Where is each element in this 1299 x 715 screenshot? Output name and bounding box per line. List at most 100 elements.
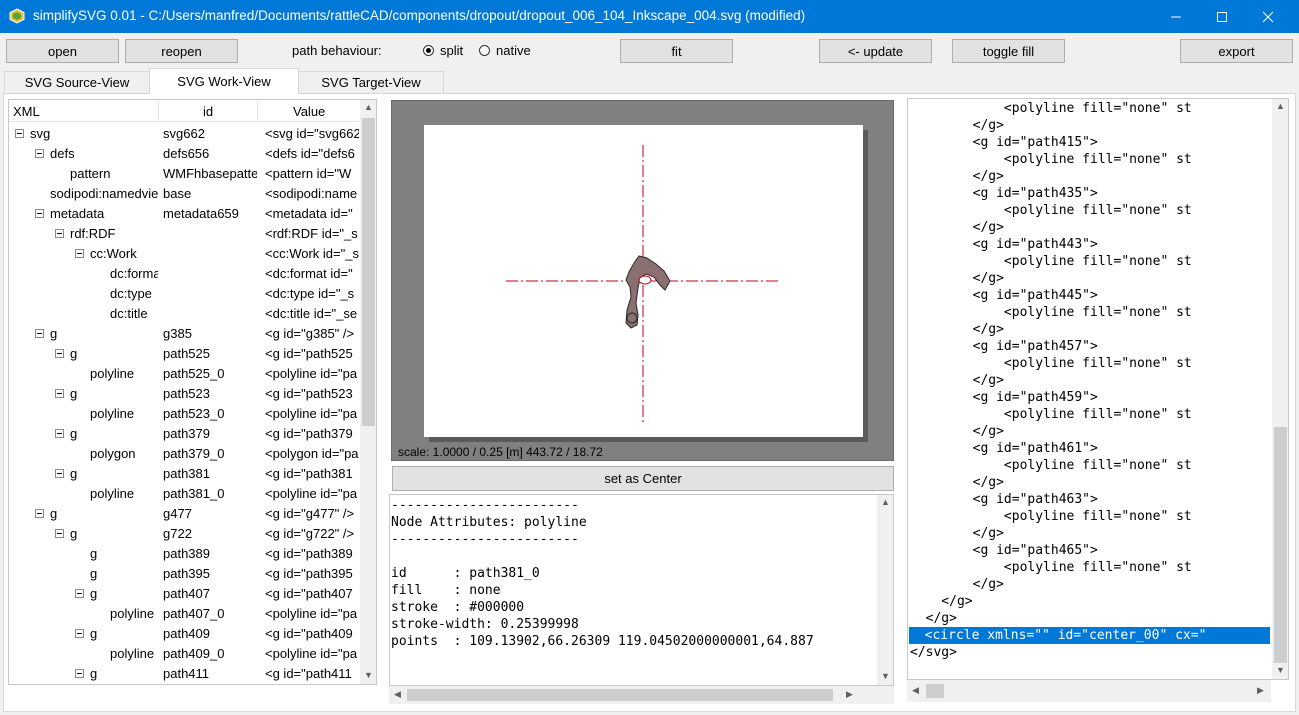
source-line[interactable]: <g id="path415"> (910, 134, 1098, 151)
tree-row[interactable]: g path525 <g id="path525 (9, 344, 359, 364)
tree-row[interactable]: polyline path381_0 <polyline id="pa (9, 484, 359, 504)
split-radio[interactable] (423, 45, 434, 56)
source-line[interactable]: <polyline fill="none" st (910, 355, 1192, 372)
scroll-right-arrow-icon[interactable]: ▶ (841, 689, 858, 700)
collapse-toggle-icon[interactable] (55, 469, 64, 478)
source-vertical-scrollbar[interactable]: ▲ ▼ (1272, 99, 1288, 679)
tree-row[interactable]: dc:title <dc:title id="_se (9, 304, 359, 324)
collapse-toggle-icon[interactable] (35, 149, 44, 158)
collapse-toggle-icon[interactable] (75, 669, 84, 678)
source-line[interactable]: </g> (910, 372, 1004, 389)
source-line[interactable]: <g id="path463"> (910, 491, 1098, 508)
node-attributes-panel[interactable]: ------------------------ Node Attributes:… (389, 494, 894, 686)
id-column-header[interactable]: id (203, 104, 213, 119)
close-button[interactable] (1245, 0, 1291, 33)
source-line[interactable]: <g id="path465"> (910, 542, 1098, 559)
column-separator[interactable] (257, 100, 258, 122)
reopen-button[interactable]: reopen (125, 39, 238, 63)
collapse-toggle-icon[interactable] (35, 329, 44, 338)
tree-vertical-scrollbar[interactable]: ▲ ▼ (360, 100, 376, 684)
source-line[interactable]: <polyline fill="none" st (910, 508, 1192, 525)
source-line[interactable]: </g> (910, 610, 957, 627)
tree-row[interactable]: polyline path525_0 <polyline id="pa (9, 364, 359, 384)
collapse-toggle-icon[interactable] (55, 529, 64, 538)
source-line[interactable]: </g> (910, 219, 1004, 236)
tree-row[interactable]: rdf:RDF <rdf:RDF id="_s (9, 224, 359, 244)
scroll-up-arrow-icon[interactable]: ▲ (360, 102, 376, 112)
set-as-center-button[interactable]: set as Center (392, 466, 894, 491)
native-label[interactable]: native (496, 43, 531, 58)
tree-row[interactable]: pattern WMFhbasepatte <pattern id="W (9, 164, 359, 184)
source-line[interactable]: <g id="path459"> (910, 389, 1098, 406)
source-line[interactable]: </g> (910, 168, 1004, 185)
tree-row[interactable]: cc:Work <cc:Work id="_s (9, 244, 359, 264)
source-line-selected[interactable]: <circle xmlns="" id="center_00" cx=" (909, 627, 1270, 644)
collapse-toggle-icon[interactable] (75, 629, 84, 638)
tab-source-view[interactable]: SVG Source-View (4, 71, 150, 93)
source-line[interactable]: <polyline fill="none" st (910, 406, 1192, 423)
tree-row[interactable]: dc:forma <dc:format id=" (9, 264, 359, 284)
source-horizontal-scrollbar[interactable]: ◀ ▶ (907, 680, 1271, 702)
source-line[interactable]: <polyline fill="none" st (910, 304, 1192, 321)
scrollbar-thumb[interactable] (926, 684, 944, 698)
scroll-left-arrow-icon[interactable]: ◀ (389, 689, 406, 700)
scroll-down-arrow-icon[interactable]: ▼ (1272, 665, 1288, 675)
source-line[interactable]: <g id="path461"> (910, 440, 1098, 457)
source-line[interactable]: <polyline fill="none" st (910, 253, 1192, 270)
collapse-toggle-icon[interactable] (35, 509, 44, 518)
source-line[interactable]: </g> (910, 525, 1004, 542)
scroll-down-arrow-icon[interactable]: ▼ (877, 671, 893, 681)
tree-row[interactable]: defs defs656 <defs id="defs6 (9, 144, 359, 164)
open-button[interactable]: open (6, 39, 119, 63)
column-separator[interactable] (158, 100, 159, 122)
tree-row[interactable]: dc:type <dc:type id="_s (9, 284, 359, 304)
tab-work-view[interactable]: SVG Work-View (149, 68, 299, 94)
tree-row[interactable]: polyline path407_0 <polyline id="pa (9, 604, 359, 624)
collapse-toggle-icon[interactable] (55, 349, 64, 358)
scrollbar-thumb[interactable] (407, 689, 833, 701)
tree-row[interactable]: g path395 <g id="path395 (9, 564, 359, 584)
collapse-toggle-icon[interactable] (55, 229, 64, 238)
svg-canvas[interactable]: scale: 1.0000 / 0.25 [m] 443.72 / 18.72 (391, 100, 894, 461)
fit-button[interactable]: fit (620, 39, 733, 63)
source-line[interactable]: </g> (910, 117, 1004, 134)
tree-row[interactable]: g path523 <g id="path523 (9, 384, 359, 404)
svg-source-panel[interactable]: <polyline fill="none" st </g> <g id="pat… (907, 98, 1289, 680)
source-line[interactable]: <g id="path457"> (910, 338, 1098, 355)
collapse-toggle-icon[interactable] (15, 129, 24, 138)
tree-row[interactable]: polyline path409_0 <polyline id="pa (9, 644, 359, 664)
scroll-up-arrow-icon[interactable]: ▲ (1272, 101, 1288, 111)
source-line[interactable]: <polyline fill="none" st (910, 151, 1192, 168)
source-line[interactable]: </g> (910, 270, 1004, 287)
tree-row[interactable]: g path379 <g id="path379 (9, 424, 359, 444)
source-line[interactable]: </g> (910, 593, 972, 610)
scroll-up-arrow-icon[interactable]: ▲ (877, 497, 893, 507)
source-line[interactable]: <polyline fill="none" st (910, 100, 1192, 117)
attr-vertical-scrollbar[interactable]: ▲ ▼ (877, 495, 893, 685)
xml-tree[interactable]: XML id Value svg svg662 <svg id="svg662 def… (8, 99, 377, 685)
split-label[interactable]: split (440, 43, 463, 58)
collapse-toggle-icon[interactable] (55, 389, 64, 398)
maximize-button[interactable] (1199, 0, 1245, 33)
scrollbar-thumb[interactable] (362, 118, 375, 426)
source-line[interactable]: </g> (910, 321, 1004, 338)
xml-column-header[interactable]: XML (13, 104, 40, 119)
source-line[interactable]: </svg> (910, 644, 957, 661)
tree-row[interactable]: g path381 <g id="path381 (9, 464, 359, 484)
tree-row[interactable]: polygon path379_0 <polygon id="pa (9, 444, 359, 464)
minimize-button[interactable] (1153, 0, 1199, 33)
source-line[interactable]: </g> (910, 576, 1004, 593)
tree-row[interactable]: g g385 <g id="g385" /> (9, 324, 359, 344)
tree-row[interactable]: svg svg662 <svg id="svg662 (9, 124, 359, 144)
tree-row[interactable]: g path389 <g id="path389 (9, 544, 359, 564)
collapse-toggle-icon[interactable] (75, 589, 84, 598)
toggle-fill-button[interactable]: toggle fill (952, 39, 1065, 63)
tree-row[interactable]: metadata metadata659 <metadata id=" (9, 204, 359, 224)
source-line[interactable]: </g> (910, 423, 1004, 440)
source-line[interactable]: <g id="path443"> (910, 236, 1098, 253)
source-line[interactable]: <g id="path435"> (910, 185, 1098, 202)
scroll-down-arrow-icon[interactable]: ▼ (360, 670, 376, 680)
tree-row[interactable]: g g722 <g id="g722" /> (9, 524, 359, 544)
tree-row[interactable]: g path407 <g id="path407 (9, 584, 359, 604)
tree-row[interactable]: g path409 <g id="path409 (9, 624, 359, 644)
